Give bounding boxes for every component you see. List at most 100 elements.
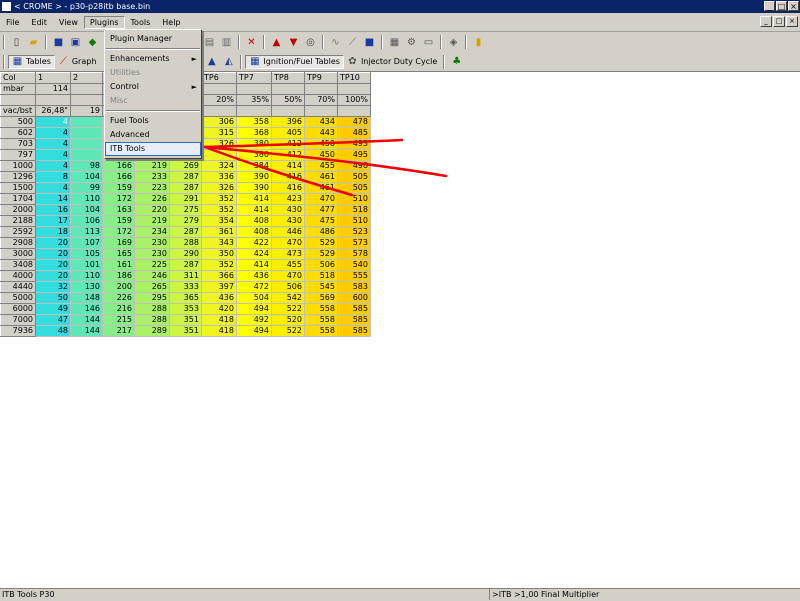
- menu-item-advanced-boosttools[interactable]: Advanced BoostTools+: [105, 128, 201, 153]
- table-cell[interactable]: 478: [337, 116, 371, 128]
- table-cell[interactable]: 397: [201, 281, 237, 293]
- table-cell[interactable]: 353: [169, 303, 202, 315]
- table-cell[interactable]: 14: [35, 193, 71, 205]
- table-cell[interactable]: 380: [236, 149, 272, 161]
- table-cell[interactable]: 558: [304, 325, 338, 337]
- table-cell[interactable]: 159: [102, 215, 135, 227]
- table-cell[interactable]: 422: [236, 237, 272, 249]
- table-cell[interactable]: 18: [35, 226, 71, 238]
- table-cell[interactable]: 166: [102, 171, 135, 183]
- table-cell[interactable]: 130: [70, 281, 103, 293]
- table-cell[interactable]: 585: [337, 303, 371, 315]
- table-cell[interactable]: 17: [35, 215, 71, 227]
- table-cell[interactable]: 144: [70, 314, 103, 326]
- table-cell[interactable]: 443: [304, 127, 338, 139]
- table-cell[interactable]: 226: [134, 193, 170, 205]
- open-folder-icon[interactable]: ▰: [28, 37, 39, 48]
- table-cell[interactable]: 169: [102, 237, 135, 249]
- table-cell[interactable]: 578: [337, 248, 371, 260]
- graph-button[interactable]: ⟋ Graph: [55, 55, 100, 69]
- minimize-icon[interactable]: _: [764, 1, 775, 11]
- table-cell[interactable]: 423: [271, 193, 305, 205]
- table-cell[interactable]: 418: [201, 325, 237, 337]
- table-cell[interactable]: 498: [337, 160, 371, 172]
- eraser-icon[interactable]: ◈: [448, 37, 459, 48]
- table-cell[interactable]: 287: [169, 226, 202, 238]
- table-cell[interactable]: 47: [35, 314, 71, 326]
- table-cell[interactable]: 50: [35, 292, 71, 304]
- table-cell[interactable]: 494: [236, 325, 272, 337]
- table-cell[interactable]: 288: [134, 303, 170, 315]
- copy-icon[interactable]: ▤: [204, 37, 215, 48]
- table-cell[interactable]: 333: [169, 281, 202, 293]
- table-cell[interactable]: 4: [35, 182, 71, 194]
- arrow-up-icon[interactable]: ▲: [271, 37, 282, 48]
- table-cell[interactable]: 113: [70, 226, 103, 238]
- table-cell[interactable]: 430: [271, 215, 305, 227]
- table-cell[interactable]: 365: [169, 292, 202, 304]
- table-cell[interactable]: 295: [134, 292, 170, 304]
- table-cell[interactable]: 161: [102, 259, 135, 271]
- table-cell[interactable]: 99: [70, 182, 103, 194]
- table-cell[interactable]: 200: [102, 281, 135, 293]
- table-cell[interactable]: 505: [337, 171, 371, 183]
- slope-icon[interactable]: ⟋: [347, 37, 358, 48]
- table-cell[interactable]: 486: [304, 226, 338, 238]
- table-cell[interactable]: 225: [134, 259, 170, 271]
- table-cell[interactable]: 287: [169, 171, 202, 183]
- table-cell[interactable]: 434: [304, 116, 338, 128]
- table-cell[interactable]: 455: [304, 160, 338, 172]
- table-cell[interactable]: 506: [304, 259, 338, 271]
- table-cell[interactable]: 326: [201, 138, 237, 150]
- table-cell[interactable]: 326: [201, 182, 237, 194]
- table-cell[interactable]: 412: [271, 149, 305, 161]
- table-cell[interactable]: 352: [201, 204, 237, 216]
- table-cell[interactable]: 216: [102, 303, 135, 315]
- table-cell[interactable]: 414: [271, 160, 305, 172]
- table-cell[interactable]: 48: [35, 325, 71, 337]
- table-cell[interactable]: 234: [134, 226, 170, 238]
- table-cell[interactable]: 493: [337, 138, 371, 150]
- table-cell[interactable]: 506: [271, 281, 305, 293]
- table-cell[interactable]: 420: [201, 303, 237, 315]
- view3d-icon[interactable]: ▲: [206, 56, 217, 67]
- table-cell[interactable]: 522: [271, 303, 305, 315]
- table-cell[interactable]: 219: [134, 215, 170, 227]
- table-cell[interactable]: 408: [236, 226, 272, 238]
- tables-button[interactable]: ▦ Tables: [8, 54, 55, 69]
- table-cell[interactable]: 20: [35, 237, 71, 249]
- table-cell[interactable]: 104: [70, 204, 103, 216]
- document-icon[interactable]: ▭: [423, 37, 434, 48]
- table-cell[interactable]: 585: [337, 325, 371, 337]
- menu-item-control[interactable]: Control ►: [105, 80, 201, 94]
- table-cell[interactable]: 226: [102, 292, 135, 304]
- table-cell[interactable]: 510: [337, 215, 371, 227]
- fill-icon[interactable]: ■: [364, 37, 375, 48]
- table-cell[interactable]: 107: [70, 237, 103, 249]
- table-cell[interactable]: 148: [70, 292, 103, 304]
- table-cell[interactable]: 436: [201, 292, 237, 304]
- table-cell[interactable]: 408: [236, 215, 272, 227]
- table-cell[interactable]: 585: [337, 314, 371, 326]
- table-cell[interactable]: 455: [271, 259, 305, 271]
- table-cell[interactable]: 518: [304, 270, 338, 282]
- table-cell[interactable]: [70, 149, 103, 161]
- table-cell[interactable]: 288: [169, 237, 202, 249]
- table-cell[interactable]: 368: [236, 127, 272, 139]
- table-cell[interactable]: 311: [169, 270, 202, 282]
- table-cell[interactable]: 414: [236, 193, 272, 205]
- mdi-minimize-icon[interactable]: _: [760, 16, 772, 27]
- table-cell[interactable]: 450: [304, 138, 338, 150]
- menu-view[interactable]: View: [53, 16, 84, 29]
- table-cell[interactable]: 246: [134, 270, 170, 282]
- injector-duty-cycle-button[interactable]: ✿ Injector Duty Cycle: [344, 55, 440, 69]
- table-cell[interactable]: 520: [271, 314, 305, 326]
- table-cell[interactable]: 494: [236, 303, 272, 315]
- table-cell[interactable]: 492: [236, 314, 272, 326]
- table-cell[interactable]: 472: [236, 281, 272, 293]
- table-cell[interactable]: 518: [337, 204, 371, 216]
- curve-icon[interactable]: ∿: [330, 37, 341, 48]
- table-cell[interactable]: 343: [201, 237, 237, 249]
- table-cell[interactable]: 279: [169, 215, 202, 227]
- menu-plugins[interactable]: Plugins: [83, 15, 125, 29]
